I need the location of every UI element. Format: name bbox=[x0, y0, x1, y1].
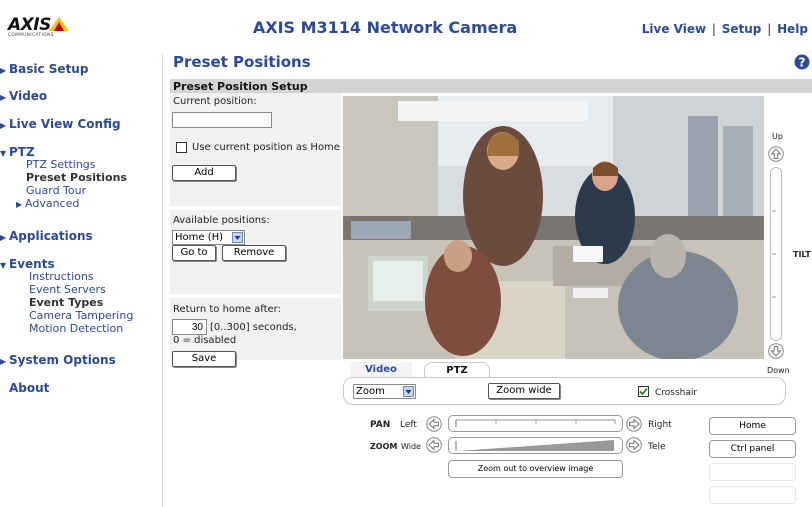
app-title: AXIS M3114 Network Camera bbox=[252, 18, 518, 37]
arrow-right-icon[interactable] bbox=[626, 416, 642, 432]
tilt-down-label: Down bbox=[767, 366, 790, 375]
tilt-label: TILT bbox=[793, 250, 811, 259]
sidebar-item-label: Basic Setup bbox=[9, 62, 89, 76]
zoom-out-overview-button[interactable]: Zoom out to overview image bbox=[448, 460, 623, 478]
sidebar-item-label: Live View Config bbox=[9, 117, 121, 131]
sidebar-item-guard-tour[interactable]: Guard Tour bbox=[26, 184, 86, 197]
zoom-wide-button[interactable]: Zoom wide bbox=[488, 383, 560, 399]
sidebar-item-event-servers[interactable]: Event Servers bbox=[29, 283, 106, 296]
chevron-right-icon: ▶ bbox=[0, 357, 7, 366]
use-home-checkbox[interactable] bbox=[176, 142, 187, 153]
return-hint-disabled: 0 = disabled bbox=[173, 335, 237, 346]
camera-video-image[interactable] bbox=[343, 96, 764, 359]
crosshair-checkbox[interactable] bbox=[638, 386, 649, 397]
page-title: Preset Positions bbox=[173, 53, 311, 71]
help-link[interactable]: Help bbox=[777, 22, 808, 36]
pan-slider[interactable] bbox=[448, 415, 623, 432]
available-positions-select[interactable]: Home (H) bbox=[172, 230, 245, 245]
available-positions-value: Home (H) bbox=[175, 232, 224, 243]
checkbox-check-icon bbox=[639, 387, 648, 396]
sidebar-item-camera-tampering[interactable]: Camera Tampering bbox=[29, 309, 133, 322]
zoom-mode-select[interactable]: Zoom bbox=[353, 384, 416, 399]
sidebar-item-video[interactable]: ▶ Video bbox=[0, 89, 47, 103]
setup-link[interactable]: Setup bbox=[722, 22, 762, 36]
empty-preset-button bbox=[709, 486, 796, 504]
use-home-label: Use current position as Home bbox=[192, 142, 340, 153]
axis-logo[interactable]: AXIS COMMUNICATIONS bbox=[8, 15, 80, 37]
sidebar-item-label: PTZ bbox=[9, 145, 35, 159]
return-home-label: Return to home after: bbox=[173, 304, 281, 315]
sidebar-item-ptz[interactable]: ▼ PTZ bbox=[0, 145, 35, 159]
sidebar-item-motion-detection[interactable]: Motion Detection bbox=[29, 322, 123, 335]
dropdown-arrow-icon bbox=[232, 232, 243, 243]
ctrl-panel-button[interactable]: Ctrl panel bbox=[709, 440, 796, 458]
arrow-left-icon[interactable] bbox=[426, 437, 442, 453]
return-hint: [0..300] seconds, bbox=[210, 322, 297, 333]
arrow-left-icon[interactable] bbox=[426, 416, 442, 432]
sidebar-item-advanced[interactable]: ▶ Advanced bbox=[16, 197, 79, 210]
dropdown-arrow-icon bbox=[403, 386, 414, 397]
sidebar-item-about[interactable]: About bbox=[0, 381, 49, 395]
add-button[interactable]: Add bbox=[172, 165, 236, 181]
pan-label: PAN bbox=[370, 420, 391, 430]
sidebar: ▶ Basic Setup ▶ Video ▶ Live View Config ▼ P… bbox=[0, 54, 163, 507]
chevron-right-icon: ▶ bbox=[0, 66, 7, 75]
header: AXIS COMMUNICATIONS AXIS M3114 Network C… bbox=[0, 0, 812, 44]
arrow-down-icon[interactable] bbox=[768, 343, 784, 359]
pan-left-label: Left bbox=[400, 420, 417, 430]
sidebar-item-instructions[interactable]: Instructions bbox=[29, 270, 94, 283]
zoom-wide-label: Wide bbox=[401, 442, 421, 451]
chevron-right-icon: ▶ bbox=[0, 233, 7, 242]
save-button[interactable]: Save bbox=[172, 351, 236, 367]
help-icon[interactable]: ? bbox=[794, 54, 810, 70]
link-separator: | bbox=[767, 22, 772, 36]
chevron-right-icon: ▶ bbox=[16, 200, 23, 209]
sidebar-item-label: Video bbox=[9, 89, 48, 103]
available-positions-label: Available positions: bbox=[173, 215, 270, 226]
crosshair-label: Crosshair bbox=[655, 388, 698, 398]
sidebar-item-label: About bbox=[9, 381, 50, 395]
pan-right-label: Right bbox=[648, 420, 672, 430]
return-seconds-input[interactable] bbox=[172, 319, 207, 335]
zoom-label: ZOOM bbox=[370, 442, 398, 451]
sidebar-item-basic-setup[interactable]: ▶ Basic Setup bbox=[0, 62, 88, 76]
tilt-up-label: Up bbox=[772, 132, 783, 141]
chevron-right-icon: ▶ bbox=[0, 121, 7, 130]
live-view-link[interactable]: Live View bbox=[642, 22, 706, 36]
current-position-input[interactable] bbox=[172, 112, 272, 128]
sidebar-item-label: Applications bbox=[9, 229, 93, 243]
sidebar-item-applications[interactable]: ▶ Applications bbox=[0, 229, 93, 243]
sidebar-item-system-options[interactable]: ▶ System Options bbox=[0, 353, 116, 367]
sidebar-item-label: Advanced bbox=[25, 197, 80, 210]
logo-triangle-icon bbox=[49, 17, 69, 31]
zoom-mode-value: Zoom bbox=[356, 386, 385, 397]
home-button[interactable]: Home bbox=[709, 417, 796, 435]
chevron-right-icon: ▶ bbox=[0, 93, 7, 102]
section-title: Preset Position Setup bbox=[173, 80, 308, 93]
sidebar-item-events[interactable]: ▼ Events bbox=[0, 257, 55, 271]
sidebar-item-preset-positions[interactable]: Preset Positions bbox=[26, 171, 127, 184]
tab-ptz[interactable]: PTZ bbox=[424, 362, 490, 378]
arrow-right-icon[interactable] bbox=[626, 437, 642, 453]
tab-video[interactable]: Video bbox=[350, 362, 412, 378]
link-separator: | bbox=[711, 22, 716, 36]
remove-button[interactable]: Remove bbox=[222, 245, 286, 261]
sidebar-item-label: System Options bbox=[9, 353, 116, 367]
arrow-up-icon[interactable] bbox=[768, 146, 784, 162]
logo-sub: COMMUNICATIONS bbox=[8, 32, 54, 37]
chevron-down-icon: ▼ bbox=[0, 261, 7, 270]
sidebar-item-ptz-settings[interactable]: PTZ Settings bbox=[26, 158, 96, 171]
zoom-tele-label: Tele bbox=[648, 442, 666, 452]
current-position-label: Current position: bbox=[173, 96, 257, 107]
zoom-slider[interactable] bbox=[448, 437, 623, 454]
chevron-down-icon: ▼ bbox=[0, 149, 7, 158]
sidebar-item-live-view-config[interactable]: ▶ Live View Config bbox=[0, 117, 121, 131]
sidebar-item-event-types[interactable]: Event Types bbox=[29, 296, 103, 309]
sidebar-item-label: Events bbox=[9, 257, 55, 271]
go-to-button[interactable]: Go to bbox=[172, 245, 216, 261]
svg-text:?: ? bbox=[799, 56, 806, 70]
tilt-slider[interactable] bbox=[770, 167, 782, 341]
top-links: Live View | Setup | Help bbox=[642, 22, 808, 36]
empty-preset-button bbox=[709, 463, 796, 481]
